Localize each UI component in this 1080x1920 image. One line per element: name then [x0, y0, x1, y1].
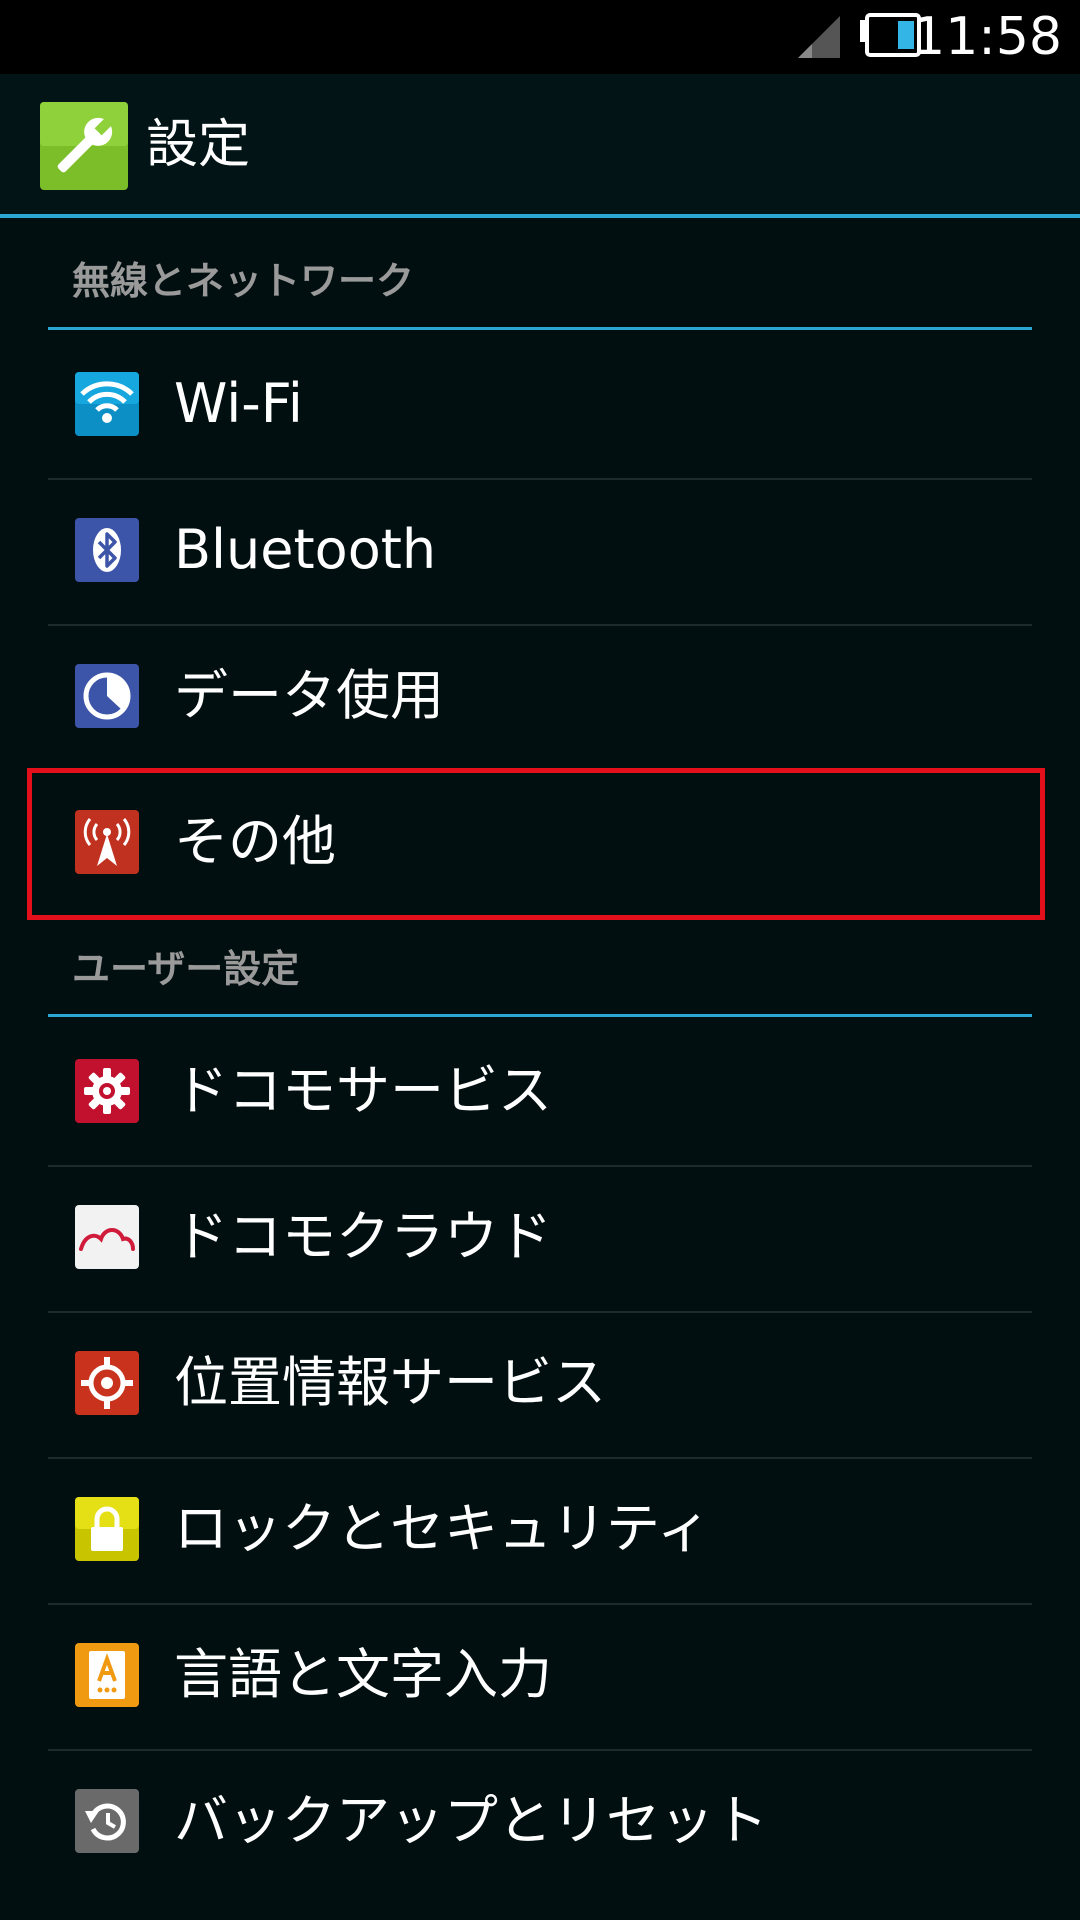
action-bar: 設定	[0, 74, 1080, 214]
settings-item-location[interactable]: 位置情報サービス	[48, 1311, 1032, 1455]
settings-item-label: ロックとセキュリティ	[174, 1497, 711, 1560]
section-divider	[48, 327, 1032, 330]
section-header-label: ユーザー設定	[72, 947, 300, 991]
settings-item-docomo-service[interactable]: ドコモサービス	[48, 1019, 1032, 1163]
settings-item-label: バックアップとリセット	[174, 1789, 768, 1852]
settings-item-docomo-cloud[interactable]: ドコモクラウド	[48, 1165, 1032, 1309]
section-header-label: 無線とネットワーク	[72, 259, 415, 303]
location-target-icon	[75, 1351, 139, 1415]
settings-item-backup-reset[interactable]: バックアップとリセット	[48, 1749, 1032, 1893]
action-bar-divider	[0, 214, 1080, 218]
section-header-wireless: 無線とネットワーク	[48, 256, 1032, 306]
settings-item-bluetooth[interactable]: Bluetooth	[48, 478, 1032, 622]
language-input-icon	[75, 1643, 139, 1707]
status-time: 11:58	[912, 7, 1062, 67]
settings-item-label: データ使用	[174, 664, 444, 727]
settings-item-label: Wi-Fi	[174, 372, 303, 435]
section-header-user: ユーザー設定	[48, 944, 1032, 994]
signal-icon	[798, 16, 840, 58]
settings-item-label: Bluetooth	[174, 518, 437, 581]
settings-item-label: 言語と文字入力	[174, 1643, 552, 1706]
wrench-icon	[40, 102, 128, 190]
highlight-box	[27, 768, 1045, 920]
lock-icon	[75, 1497, 139, 1561]
settings-item-label: ドコモサービス	[174, 1059, 552, 1122]
section-divider	[48, 1014, 1032, 1017]
settings-item-language-input[interactable]: 言語と文字入力	[48, 1603, 1032, 1747]
status-bar: 11:58	[0, 0, 1080, 74]
bluetooth-icon	[75, 518, 139, 582]
docomo-gear-icon	[75, 1059, 139, 1123]
wifi-icon	[75, 372, 139, 436]
docomo-cloud-icon	[75, 1205, 139, 1269]
settings-item-wifi[interactable]: Wi-Fi	[48, 332, 1032, 476]
data-usage-icon	[75, 664, 139, 728]
settings-item-data-usage[interactable]: データ使用	[48, 624, 1032, 768]
settings-item-label: ドコモクラウド	[174, 1205, 552, 1268]
backup-reset-icon	[75, 1789, 139, 1853]
settings-item-lock-security[interactable]: ロックとセキュリティ	[48, 1457, 1032, 1601]
settings-item-label: 位置情報サービス	[174, 1351, 606, 1414]
page-title: 設定	[146, 115, 251, 175]
